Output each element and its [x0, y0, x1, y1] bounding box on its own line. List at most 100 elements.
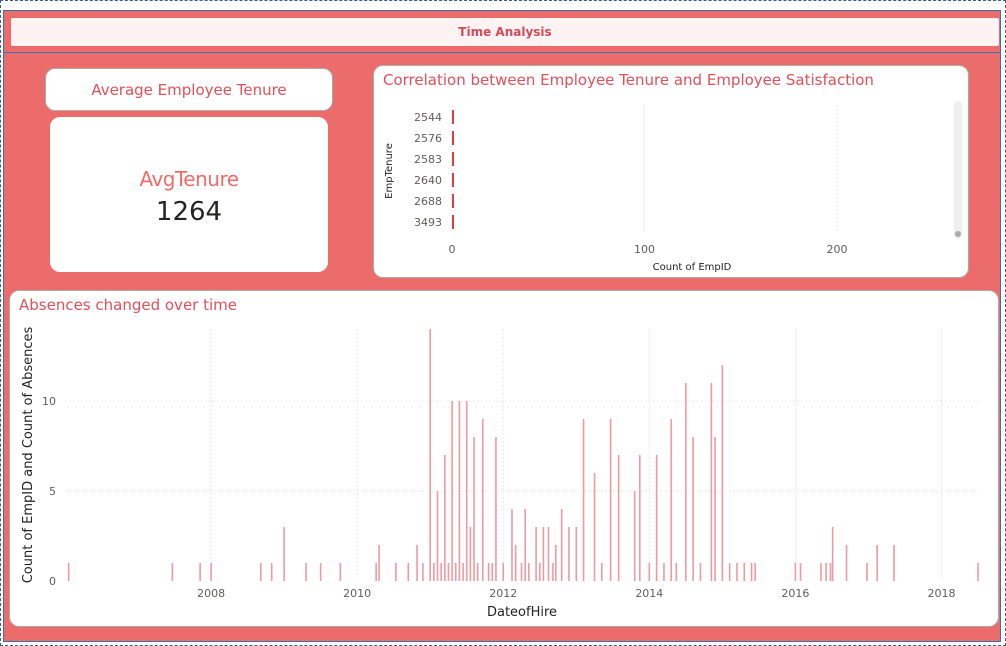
correlation-chart: 0 100 200 2544 2576 2583 2640 2688 3493 Count of … [384, 101, 962, 273]
bar [458, 401, 461, 581]
bar [692, 437, 694, 581]
bar [476, 563, 479, 581]
bar [465, 401, 468, 581]
absences-chart-card[interactable]: Absences changed over time 0 5 10 2008 2010 2… [9, 290, 999, 627]
bar [452, 110, 454, 124]
x-tick-label: 2018 [927, 587, 955, 600]
absences-chart: 0 5 10 2008 2010 2012 2014 2016 2018 DateofHire Co… [21, 326, 979, 620]
bar [721, 365, 724, 581]
bar [754, 563, 757, 581]
bar [601, 563, 603, 581]
bar [535, 527, 537, 581]
bar [407, 563, 410, 581]
kpi-card[interactable]: 1264 AvgTenure [50, 117, 328, 272]
bar [528, 563, 530, 581]
bar [663, 563, 665, 581]
y-tick-label: 3493 [414, 216, 442, 229]
bar [714, 437, 716, 581]
bar [520, 563, 523, 581]
bar [378, 545, 380, 581]
y-tick-label: 5 [49, 485, 56, 498]
bar [440, 563, 442, 581]
bar [452, 215, 454, 229]
header-divider [3, 52, 1001, 53]
bar [685, 383, 687, 581]
y-axis-label: Count of EmpID and Count of Absences [21, 326, 36, 583]
bar [845, 545, 848, 581]
scrollbar-thumb [955, 231, 961, 237]
bar [575, 527, 578, 581]
bar [593, 473, 596, 581]
x-tick-label: 2016 [781, 587, 809, 600]
bar [502, 563, 505, 581]
y-axis-label: EmpTenure [384, 143, 395, 199]
bar [555, 545, 557, 581]
bar [710, 383, 713, 581]
kpi-label: AvgTenure [139, 166, 239, 191]
bar [617, 455, 620, 581]
bar [670, 419, 673, 581]
bar [473, 437, 475, 581]
bar [655, 455, 658, 581]
bar [743, 563, 746, 581]
bar [799, 563, 802, 581]
bar [648, 563, 651, 581]
bar [675, 563, 678, 581]
bar [794, 563, 797, 581]
y-tick-label: 2576 [414, 132, 442, 145]
bar [270, 563, 273, 581]
bar [447, 563, 450, 581]
bar [866, 563, 868, 581]
bar [699, 563, 702, 581]
y-tick-label: 2544 [414, 111, 442, 124]
bar [305, 563, 307, 581]
x-axis-label: DateofHire [487, 605, 557, 620]
x-tick-label: 2008 [197, 587, 225, 600]
kpi-title-card[interactable]: Average Employee Tenure [45, 68, 333, 111]
bar [422, 563, 424, 581]
y-tick-label: 10 [42, 395, 56, 408]
x-tick-label: 0 [449, 243, 456, 256]
bar [538, 563, 541, 581]
kpi-value: 1264 [155, 196, 223, 227]
bar [977, 563, 979, 581]
y-tick-label: 2640 [414, 174, 442, 187]
correlation-chart-card[interactable]: Correlation between Employee Tenure and … [373, 65, 969, 278]
bar [893, 545, 895, 581]
bar [451, 401, 453, 581]
bar [416, 545, 418, 581]
bar [736, 563, 738, 581]
bar [547, 527, 550, 581]
x-tick-label: 100 [634, 243, 655, 256]
bar [452, 152, 454, 166]
bar [481, 419, 484, 581]
x-axis-label: Count of EmpID [653, 262, 732, 273]
bar [462, 563, 464, 581]
bar [560, 509, 563, 581]
bar [825, 563, 827, 581]
bar [639, 455, 641, 581]
bar [514, 545, 517, 581]
bar [633, 491, 636, 581]
bar [491, 563, 494, 581]
bar [452, 131, 454, 145]
bar [339, 563, 342, 581]
bar [524, 509, 526, 581]
bar [429, 329, 431, 581]
bar [199, 563, 201, 581]
bar [452, 173, 454, 187]
bar [259, 563, 262, 581]
bar [876, 545, 879, 581]
bar [436, 491, 439, 581]
x-tick-label: 2012 [489, 587, 517, 600]
bar [542, 527, 545, 581]
y-tick-label: 0 [49, 575, 56, 588]
bar [452, 194, 454, 208]
scrollbar-track [954, 101, 962, 239]
x-tick-label: 200 [827, 243, 848, 256]
bar [820, 563, 822, 581]
bar [568, 527, 570, 581]
bar [444, 455, 446, 581]
bar [171, 563, 174, 581]
bar [433, 563, 435, 581]
